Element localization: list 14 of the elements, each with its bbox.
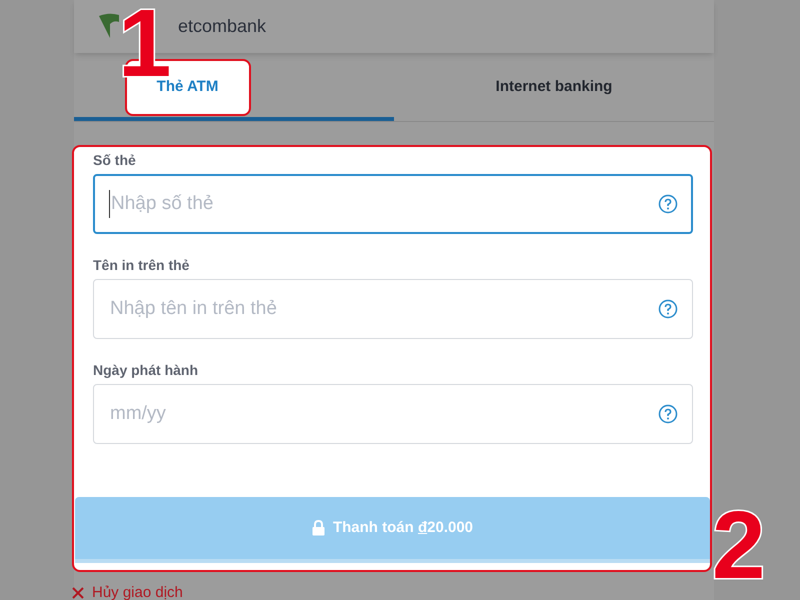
cancel-link[interactable]: Hủy giao dịch [92, 582, 183, 600]
help-icon[interactable] [658, 404, 678, 424]
lock-icon [312, 520, 325, 536]
text-cursor [109, 190, 110, 218]
help-icon[interactable] [658, 194, 678, 214]
input-field[interactable]: Nhập số thẻ [93, 174, 693, 234]
field-label: Số thẻ [93, 151, 137, 170]
field-label: Tên in trên thẻ [93, 256, 190, 275]
step-number: 2 [712, 498, 766, 594]
help-icon[interactable] [658, 299, 678, 319]
close-icon [72, 587, 84, 600]
brand-name: etcombank [178, 15, 266, 38]
tab[interactable]: Internet banking [496, 76, 612, 98]
field-label: Ngày phát hành [93, 361, 200, 380]
